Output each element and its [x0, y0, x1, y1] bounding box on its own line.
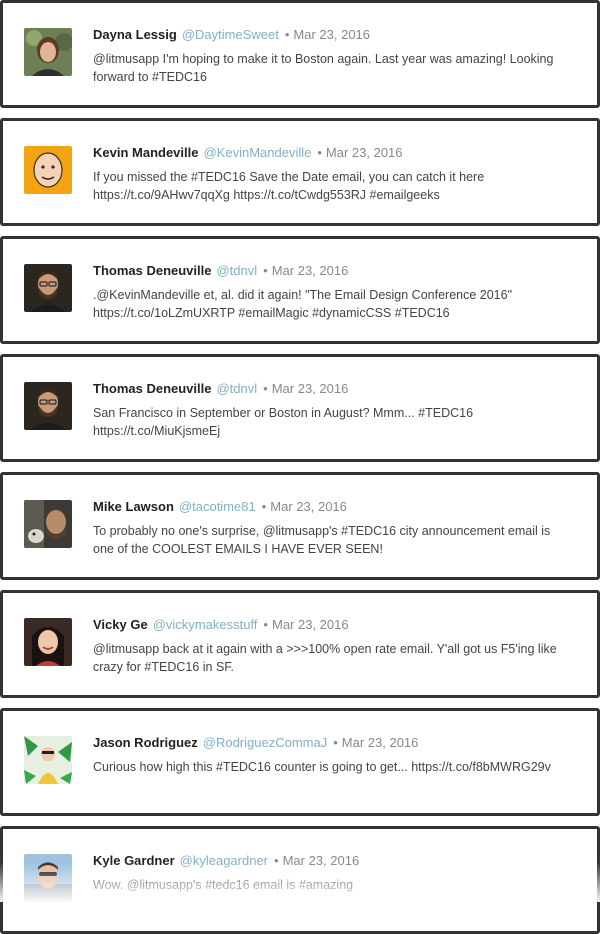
tweet-card[interactable]: Thomas Deneuville @tdnvl • Mar 23, 2016 San…: [0, 354, 600, 462]
tweet-text: Wow. @litmusapp's #tedc16 email is #amaz…: [93, 878, 354, 892]
avatar[interactable]: [24, 500, 72, 548]
author-handle[interactable]: @vickymakesstuff: [153, 617, 258, 632]
tweet-meta: Mike Lawson @tacotime81 • Mar 23, 2016: [93, 499, 577, 515]
tweet-card[interactable]: Kyle Gardner @kyleagardner • Mar 23, 2016 W…: [0, 826, 600, 934]
separator-dot: •: [333, 735, 338, 750]
tweet-text: San Francisco in September or Boston in …: [93, 406, 474, 438]
user-photo-icon: [24, 618, 72, 666]
tweet-date[interactable]: Mar 23, 2016: [283, 853, 360, 868]
tweet-card[interactable]: Vicky Ge @vickymakesstuff • Mar 23, 2016 @l…: [0, 590, 600, 698]
tweet-date[interactable]: Mar 23, 2016: [326, 145, 403, 160]
avatar[interactable]: [24, 854, 72, 902]
tweet-text: Curious how high this #TEDC16 counter is…: [93, 760, 551, 774]
tweet-date[interactable]: Mar 23, 2016: [342, 735, 419, 750]
tweet-date[interactable]: Mar 23, 2016: [272, 617, 349, 632]
author-name[interactable]: Thomas Deneuville: [93, 381, 211, 396]
author-handle[interactable]: @KevinMandeville: [203, 145, 311, 160]
author-name[interactable]: Kyle Gardner: [93, 853, 175, 868]
user-photo-icon: [24, 854, 72, 902]
author-name[interactable]: Thomas Deneuville: [93, 263, 211, 278]
tweet-meta: Vicky Ge @vickymakesstuff • Mar 23, 2016: [93, 617, 577, 633]
separator-dot: •: [263, 263, 268, 278]
author-handle[interactable]: @kyleagardner: [180, 853, 268, 868]
tweet-date[interactable]: Mar 23, 2016: [272, 381, 349, 396]
avatar[interactable]: [24, 618, 72, 666]
separator-dot: •: [263, 381, 268, 396]
author-name[interactable]: Kevin Mandeville: [93, 145, 198, 160]
tweet-date[interactable]: Mar 23, 2016: [270, 499, 347, 514]
user-photo-icon: [24, 28, 72, 76]
user-photo-icon: [24, 736, 72, 784]
separator-dot: •: [284, 27, 290, 42]
author-handle[interactable]: @DaytimeSweet: [182, 27, 279, 42]
tweet-card[interactable]: Mike Lawson @tacotime81 • Mar 23, 2016 To p…: [0, 472, 600, 580]
separator-dot: •: [263, 617, 268, 632]
avatar[interactable]: [24, 736, 72, 784]
tweet-text: @litmusapp back at it again with a >>>10…: [93, 642, 557, 674]
avatar[interactable]: [24, 146, 72, 194]
user-photo-icon: [24, 500, 72, 548]
tweet-card[interactable]: Jason Rodriguez @RodriguezCommaJ • Mar 23, …: [0, 708, 600, 816]
separator-dot: •: [317, 145, 322, 160]
tweet-meta: Thomas Deneuville @tdnvl • Mar 23, 2016: [93, 263, 577, 279]
user-photo-icon: [24, 382, 72, 430]
tweet-meta: Kevin Mandeville @KevinMandeville • Mar 23,…: [93, 145, 577, 161]
author-name[interactable]: Jason Rodriguez: [93, 735, 198, 750]
tweet-meta: Dayna Lessig @DaytimeSweet • Mar 23, 2016: [93, 27, 577, 43]
avatar[interactable]: [24, 382, 72, 430]
avatar[interactable]: [24, 264, 72, 312]
author-name[interactable]: Mike Lawson: [93, 499, 174, 514]
author-handle[interactable]: @tdnvl: [216, 263, 257, 278]
tweet-text: .@KevinMandeville et, al. did it again! …: [93, 288, 513, 320]
separator-dot: •: [261, 499, 267, 514]
user-photo-icon: [24, 264, 72, 312]
author-name[interactable]: Dayna Lessig: [93, 27, 177, 42]
tweet-card[interactable]: Dayna Lessig @DaytimeSweet • Mar 23, 2016 @…: [0, 0, 600, 108]
tweet-meta: Kyle Gardner @kyleagardner • Mar 23, 2016: [93, 853, 577, 869]
tweet-meta: Thomas Deneuville @tdnvl • Mar 23, 2016: [93, 381, 577, 397]
tweet-card[interactable]: Thomas Deneuville @tdnvl • Mar 23, 2016 .@K…: [0, 236, 600, 344]
avatar[interactable]: [24, 28, 72, 76]
tweet-date[interactable]: Mar 23, 2016: [272, 263, 349, 278]
author-name[interactable]: Vicky Ge: [93, 617, 148, 632]
tweet-text: To probably no one's surprise, @litmusap…: [93, 524, 551, 556]
tweet-text: @litmusapp I'm hoping to make it to Bost…: [93, 52, 554, 84]
user-photo-icon: [24, 146, 72, 194]
author-handle[interactable]: @RodriguezCommaJ: [203, 735, 327, 750]
tweet-card[interactable]: Kevin Mandeville @KevinMandeville • Mar 23,…: [0, 118, 600, 226]
separator-dot: •: [274, 853, 279, 868]
author-handle[interactable]: @tacotime81: [179, 499, 256, 514]
tweet-meta: Jason Rodriguez @RodriguezCommaJ • Mar 23, …: [93, 735, 577, 751]
tweet-text: If you missed the #TEDC16 Save the Date …: [93, 170, 485, 202]
author-handle[interactable]: @tdnvl: [216, 381, 257, 396]
tweet-date[interactable]: Mar 23, 2016: [293, 27, 370, 42]
